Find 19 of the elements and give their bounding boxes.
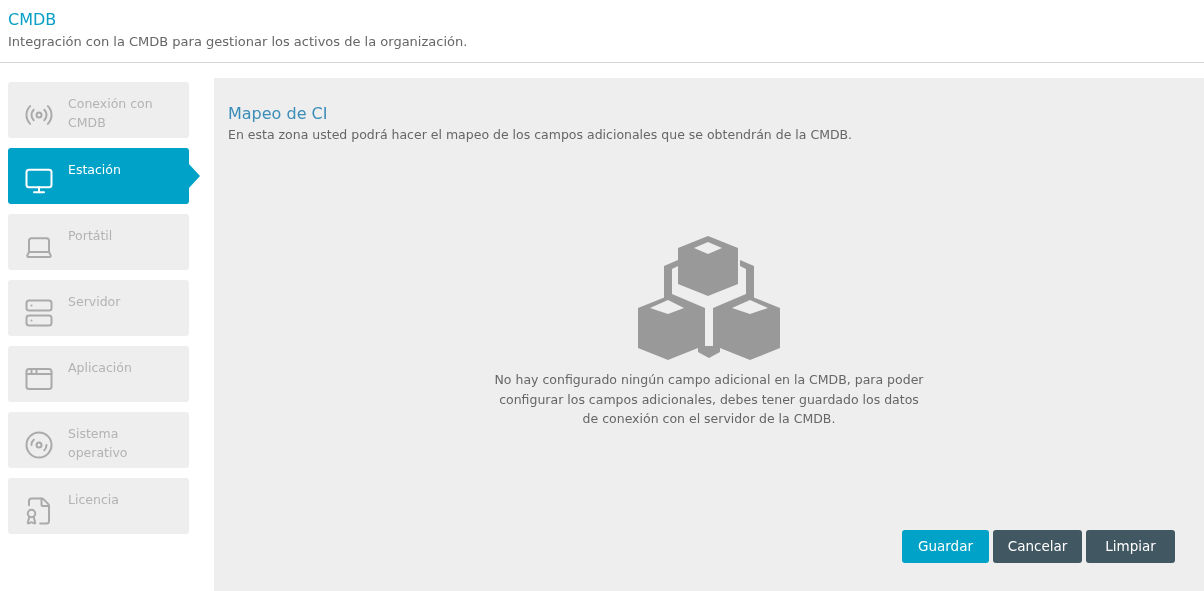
desktop-computer-icon	[24, 166, 54, 196]
disc-icon	[24, 430, 54, 460]
sidebar-tab[interactable]: Portátil	[8, 214, 189, 270]
empty-message: No hay configurado ningún campo adicional en la CMDB, para poder configurar los campos adicionales, debes tener guardado los datos de conexión con el servidor de la CMDB.	[494, 371, 924, 428]
save-button[interactable]: Guardar	[902, 530, 989, 563]
cubes-icon	[638, 236, 780, 362]
panel-title: Mapeo de CI	[228, 104, 329, 124]
panel-description: En esta zona usted podrá hacer el mapeo de los campos adicionales que se obtendrán de la CMDB.	[228, 126, 854, 144]
sidebar-tab[interactable]: Servidor	[8, 280, 189, 336]
cancel-button[interactable]: Cancelar	[993, 530, 1082, 563]
sidebar-tab[interactable]: Conexión con CMDB	[8, 82, 189, 138]
clear-button[interactable]: Limpiar	[1086, 530, 1175, 563]
sidebar-tab[interactable]: Licencia	[8, 478, 189, 534]
page-title: CMDB	[8, 10, 58, 30]
page-subtitle: Integración con la CMDB para gestionar los activos de la organización.	[8, 33, 469, 51]
server-icon	[24, 298, 54, 328]
sidebar-tab[interactable]: Aplicación	[8, 346, 189, 402]
sidebar-tab[interactable]: Sistema operativo	[8, 412, 189, 468]
pointer-icon	[189, 164, 200, 188]
